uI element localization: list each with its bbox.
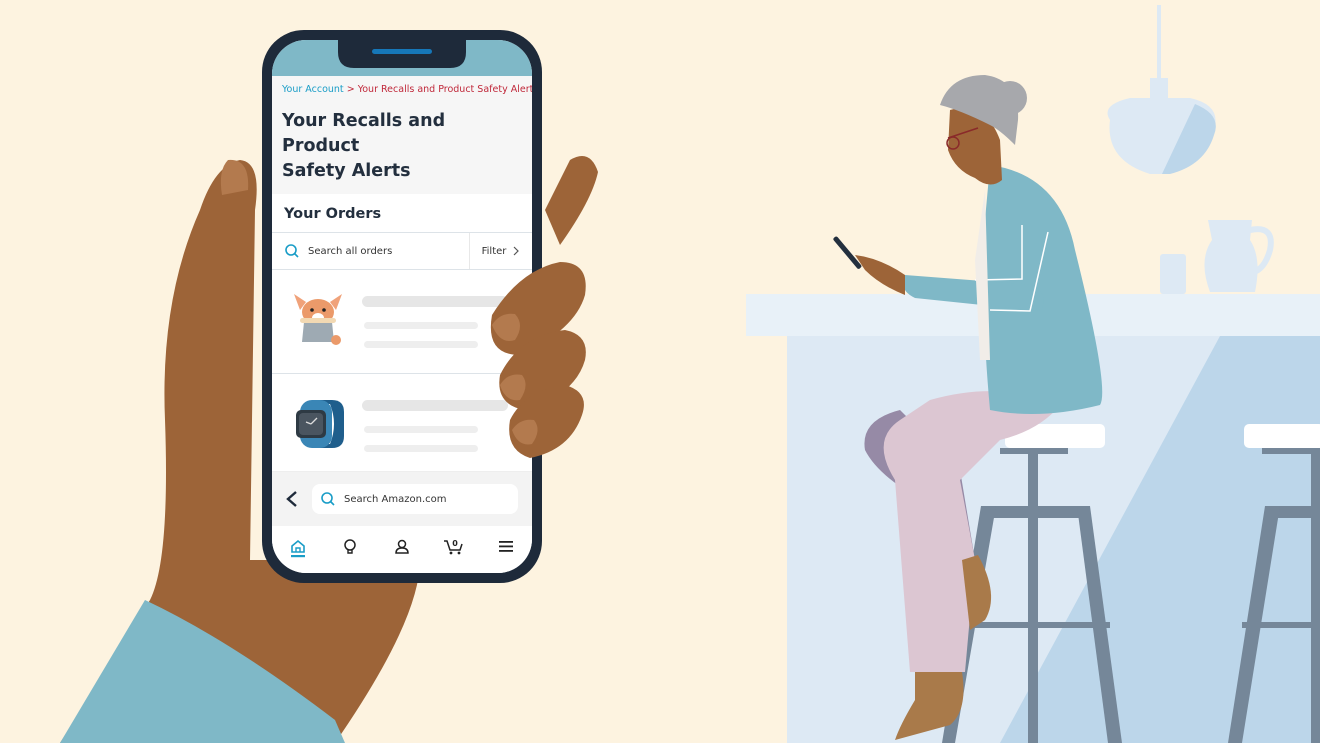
search-icon	[321, 492, 335, 506]
corgi-plush-icon	[294, 294, 342, 345]
cart-icon: 0	[444, 539, 463, 555]
pitcher-icon	[1204, 220, 1258, 292]
search-orders-input[interactable]: Search all orders	[272, 233, 470, 269]
placeholder-bar	[364, 445, 478, 452]
order-item[interactable]	[272, 270, 532, 374]
orders-section: Your Orders Search all orders Filter	[272, 194, 532, 478]
filter-label: Filter	[481, 245, 507, 257]
breadcrumb-separator: >	[346, 84, 355, 95]
chevron-left-icon	[286, 491, 297, 507]
page-header: Your Account > Your Recalls and Product …	[272, 76, 532, 194]
kitchen-background	[60, 5, 1320, 743]
nav-menu[interactable]	[492, 538, 520, 554]
search-icon	[285, 244, 299, 258]
chevron-right-icon	[513, 246, 520, 256]
nav-inspire[interactable]	[336, 538, 364, 556]
breadcrumb-your-account[interactable]: Your Account	[282, 84, 344, 95]
nav-cart[interactable]: 0	[440, 538, 468, 556]
page-title-line1: Your Recalls and Product	[282, 111, 446, 156]
lightbulb-icon	[344, 539, 356, 554]
menu-icon	[499, 541, 513, 552]
glass-icon	[1160, 254, 1186, 294]
cart-count: 0	[452, 539, 458, 548]
smartwatch-icon	[296, 400, 344, 448]
pendant-lamp-icon	[1107, 5, 1216, 174]
orders-heading: Your Orders	[272, 194, 532, 233]
nav-account[interactable]	[388, 538, 416, 556]
breadcrumb-current: Your Recalls and Product Safety Alerts	[357, 84, 532, 95]
placeholder-bar	[362, 296, 508, 307]
nav-home[interactable]	[284, 538, 312, 558]
search-amazon-input[interactable]: Search Amazon.com	[312, 484, 518, 514]
filter-button[interactable]: Filter	[470, 245, 532, 257]
placeholder-bar	[362, 400, 508, 411]
order-item[interactable]	[272, 374, 532, 478]
bottom-nav: 0	[272, 526, 532, 573]
search-amazon-placeholder: Search Amazon.com	[344, 493, 447, 505]
breadcrumb: Your Account > Your Recalls and Product …	[282, 84, 532, 95]
illustration-scene: Your Account > Your Recalls and Product …	[0, 0, 1320, 743]
search-orders-placeholder: Search all orders	[308, 245, 393, 257]
home-icon	[291, 539, 305, 558]
status-bar	[272, 40, 532, 76]
placeholder-bar	[364, 426, 478, 433]
phone-screen: Your Account > Your Recalls and Product …	[272, 40, 532, 573]
account-icon	[395, 539, 409, 554]
phone-device: Your Account > Your Recalls and Product …	[262, 30, 542, 583]
back-button[interactable]	[272, 490, 312, 508]
bottom-search-bar: Search Amazon.com	[272, 471, 532, 526]
orders-search-row: Search all orders Filter	[272, 233, 532, 270]
placeholder-bar	[364, 322, 478, 329]
page-title-line2: Safety Alerts	[282, 161, 411, 181]
page-title: Your Recalls and Product Safety Alerts	[282, 109, 522, 184]
placeholder-bar	[364, 341, 478, 348]
